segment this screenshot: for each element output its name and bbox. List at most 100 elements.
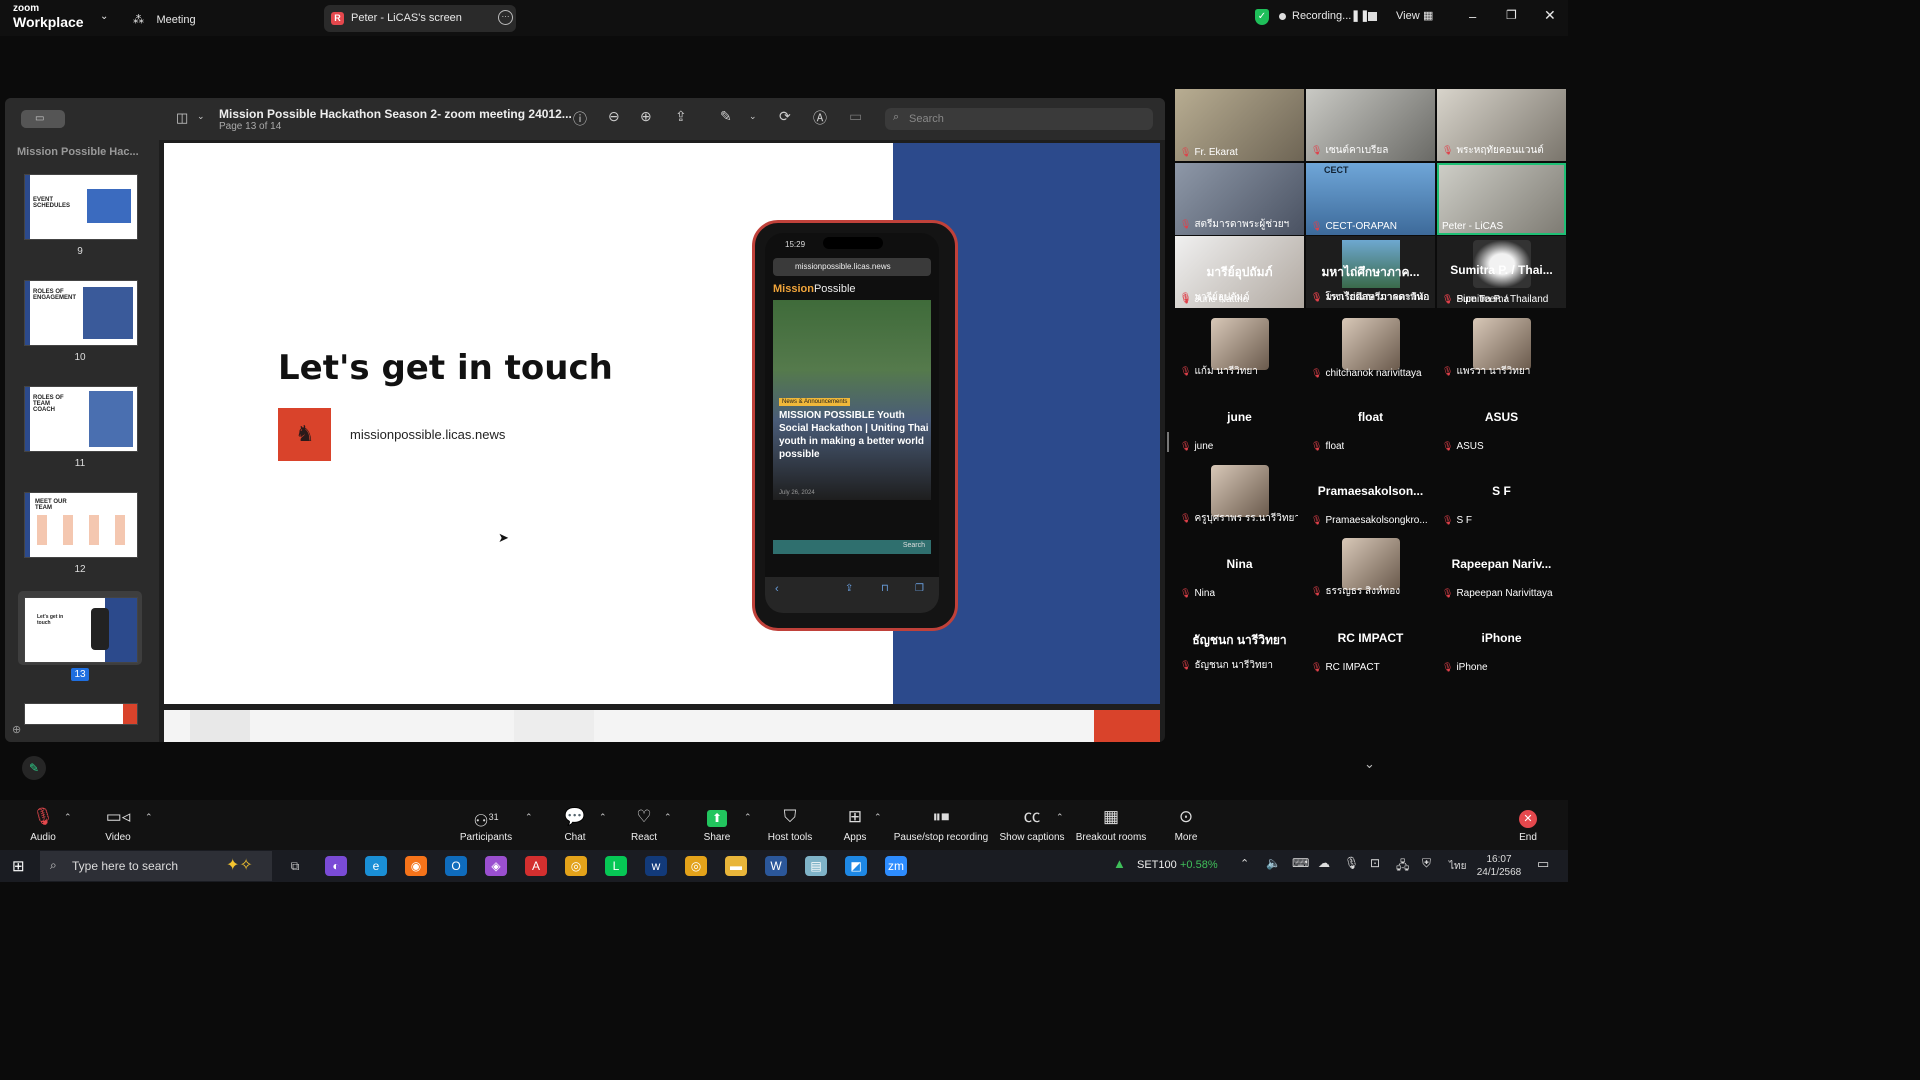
page-thumbnail[interactable]: EVENT SCHEDULES xyxy=(24,174,138,240)
rotate-icon[interactable]: ⟳ xyxy=(779,108,791,125)
meet-now-icon[interactable]: ⌨ xyxy=(1292,856,1309,870)
zoom-in-icon[interactable]: ⊕ xyxy=(640,108,652,125)
close-icon[interactable]: ✕ xyxy=(1544,7,1556,24)
participant-tile[interactable]: iPhone 🎙 iPhone xyxy=(1437,604,1566,676)
zoom-app-icon[interactable]: zm xyxy=(885,856,907,876)
participant-tile[interactable]: Sumitra P. / Thai... 🎙 Sumitra P. / Thaila… xyxy=(1437,236,1566,308)
participant-tile[interactable]: 🎙 chitchanok narivittaya xyxy=(1306,310,1435,382)
form-fill-icon[interactable]: ▭ xyxy=(849,108,862,125)
participant-tile[interactable]: ธัญชนก นารีวิทยา 🎙 ธัญชนก นารีวิทยา xyxy=(1175,604,1304,676)
taskbar-search-input[interactable]: ⌕ Type here to search ✦✧ xyxy=(40,851,272,881)
screen-share-indicator[interactable]: R Peter - LiCAS's screen ··· xyxy=(324,5,516,32)
participant-tile[interactable]: Rapeepan Nariv... 🎙 Rapeepan Narivittaya xyxy=(1437,530,1566,602)
restore-icon[interactable]: ❐ xyxy=(1506,8,1517,22)
annotate-icon[interactable]: Ⓐ xyxy=(813,108,827,128)
chevron-down-icon[interactable]: ⌄ xyxy=(1364,756,1375,772)
zoom-out-icon[interactable]: ⊖ xyxy=(608,108,620,125)
captions-options-chevron-icon[interactable]: ⌃ xyxy=(1056,812,1064,823)
resize-handle[interactable] xyxy=(1167,432,1169,452)
breakout-rooms-button[interactable]: ▦ Breakout rooms xyxy=(1068,806,1154,843)
app-w-icon[interactable]: w xyxy=(645,856,667,876)
markup-pen-icon[interactable]: ✎ xyxy=(720,108,732,125)
video-tile[interactable]: CECT 🎙 CECT-ORAPAN xyxy=(1306,163,1435,235)
notifications-icon[interactable]: ▭ xyxy=(1537,856,1549,872)
participant-tile[interactable]: 🎙 ครูบุศราพร รร.นารีวิทยา xyxy=(1175,457,1304,529)
more-options-icon[interactable]: ··· xyxy=(498,10,513,25)
chrome-icon[interactable]: ◎ xyxy=(685,856,707,876)
search-input[interactable]: ⌕ Search xyxy=(885,108,1153,130)
chevron-down-icon[interactable]: ⌄ xyxy=(197,111,205,122)
chevron-up-icon[interactable]: ⌃ xyxy=(1240,857,1249,870)
chevron-down-icon[interactable]: ⌄ xyxy=(749,111,757,122)
outlook-icon[interactable]: O xyxy=(445,856,467,876)
firefox-icon[interactable]: ◉ xyxy=(405,856,427,876)
participants-button[interactable]: ⚇31 Participants xyxy=(443,806,529,843)
chevron-down-icon[interactable]: ⌄ xyxy=(100,11,108,22)
edge-browser-icon[interactable]: e xyxy=(365,856,387,876)
participant-tile[interactable]: Pramaesakolson... 🎙 Pramaesakolsongkro... xyxy=(1306,457,1435,529)
page-thumbnail[interactable]: ROLES OF TEAM COACH xyxy=(24,386,138,452)
view-label[interactable]: View xyxy=(1396,10,1420,22)
participant-tile[interactable]: Nina 🎙 Nina xyxy=(1175,530,1304,602)
sidebar-layout-icon[interactable]: ◫ xyxy=(176,110,188,126)
share-icon[interactable]: ⇪ xyxy=(675,108,687,125)
participant-tile[interactable]: june 🎙 june xyxy=(1175,383,1304,455)
page-thumbnail[interactable]: ROLES OF ENGAGEMENT xyxy=(24,280,138,346)
sidebar-toggle-button[interactable]: ▭ xyxy=(21,110,65,128)
windows-start-icon[interactable]: ⊞ xyxy=(12,857,25,875)
participant-tile[interactable]: มารีย์อุปถัมภ์ 🎙 มารีย์อุปถัมภ์ xyxy=(1175,236,1304,308)
participant-tile[interactable]: RC IMPACT 🎙 RC IMPACT xyxy=(1306,604,1435,676)
page-thumbnail[interactable] xyxy=(24,703,138,725)
file-explorer-icon[interactable]: ▬ xyxy=(725,856,747,876)
zoom-logo[interactable]: zoom Workplace xyxy=(13,4,84,31)
pause-recording-button[interactable]: ⏸⏹ Pause/stop recording xyxy=(891,806,991,843)
chrome-icon[interactable]: ◎ xyxy=(565,856,587,876)
video-tile[interactable]: 🎙 Fr. Ekarat xyxy=(1175,89,1304,161)
apps-button[interactable]: ⊞ Apps xyxy=(812,806,898,843)
participant-tile[interactable]: float 🎙 float xyxy=(1306,383,1435,455)
shield-icon[interactable]: ⛨ xyxy=(1422,856,1431,871)
apps-options-chevron-icon[interactable]: ⌃ xyxy=(874,812,882,823)
page-thumbnail[interactable]: MEET OUR TEAM xyxy=(24,492,138,558)
end-meeting-button[interactable]: ✕ End xyxy=(1485,806,1571,843)
microphone-icon[interactable]: 🎙 xyxy=(1344,856,1359,870)
participant-tile[interactable]: มหาไถ่ศึกษาภาค... 🎙มหาไถ่ศึกษาภาคตะวันออ.… xyxy=(1306,236,1435,308)
audio-button[interactable]: 🎙 Audio xyxy=(0,806,86,843)
video-tile[interactable]: 🎙 เซนต์คาเบรียล xyxy=(1306,89,1435,161)
line-app-icon[interactable]: L xyxy=(605,856,627,876)
video-tile[interactable]: 🎙 พระหฤทัยคอนแวนต์ xyxy=(1437,89,1566,161)
photos-app-icon[interactable]: ◩ xyxy=(845,856,867,876)
acrobat-icon[interactable]: A xyxy=(525,856,547,876)
react-options-chevron-icon[interactable]: ⌃ xyxy=(664,812,672,823)
copilot-icon[interactable]: ◐ xyxy=(325,856,347,876)
participant-tile[interactable]: ASUS 🎙 ASUS xyxy=(1437,383,1566,455)
video-tile-active-speaker[interactable]: Peter - LiCAS xyxy=(1437,163,1566,235)
participant-tile[interactable]: 🎙 แก้ม นารีวิทยา xyxy=(1175,310,1304,382)
hotspot-icon[interactable]: ⊡ xyxy=(1370,856,1380,870)
clock[interactable]: 16:07 24/1/2568 xyxy=(1474,853,1524,879)
cloud-icon[interactable]: ☁ xyxy=(1318,856,1330,870)
participant-tile[interactable]: 🎙 ธรรญธร สิงห์ทอง xyxy=(1306,530,1435,602)
video-tile[interactable]: 🎙 สตรีมารดาพระผู้ช่วยฯ xyxy=(1175,163,1304,235)
meeting-menu[interactable]: ⁂ Meeting xyxy=(133,10,196,28)
stop-recording-icon[interactable] xyxy=(1368,12,1377,21)
stock-name[interactable]: SET100 xyxy=(1137,859,1177,871)
participant-tile[interactable]: S F 🎙 S F xyxy=(1437,457,1566,529)
add-page-icon[interactable]: ⊕ xyxy=(12,723,21,736)
volume-icon[interactable]: 🔈 xyxy=(1266,856,1281,870)
grid-view-icon[interactable]: ▦ xyxy=(1423,9,1433,22)
minimize-icon[interactable]: – xyxy=(1469,9,1476,24)
language-indicator[interactable]: ไทย xyxy=(1449,859,1466,874)
word-icon[interactable]: W xyxy=(765,856,787,876)
shield-check-icon[interactable]: ✓ xyxy=(1255,9,1269,25)
info-icon[interactable]: ⓘ xyxy=(573,109,587,129)
participant-tile[interactable]: 🎙 แพรวา นารีวิทยา xyxy=(1437,310,1566,382)
page-thumbnail-selected[interactable]: Let's get in touch xyxy=(24,597,138,663)
more-button[interactable]: ⊙ More xyxy=(1143,806,1229,843)
notes-app-icon[interactable]: ▤ xyxy=(805,856,827,876)
task-view-icon[interactable]: ⧉ xyxy=(284,856,306,876)
pause-recording-icon[interactable]: ❚❚ xyxy=(1351,9,1369,22)
annotate-pen-icon[interactable]: ✎ xyxy=(22,756,46,780)
video-options-chevron-icon[interactable]: ⌃ xyxy=(145,812,153,823)
network-icon[interactable]: 🖧 xyxy=(1396,856,1409,877)
